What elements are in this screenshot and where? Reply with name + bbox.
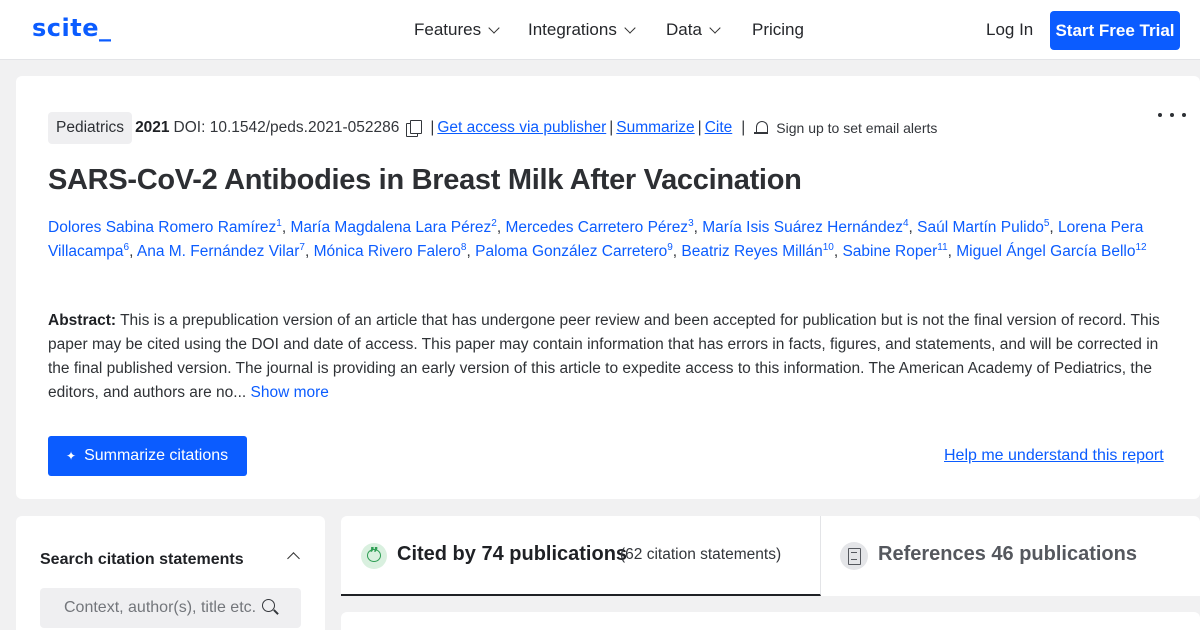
start-free-trial-button[interactable]: Start Free Trial (1050, 11, 1180, 50)
summarize-citations-label: Summarize citations (84, 447, 229, 464)
citation-quote-icon (361, 543, 387, 569)
nav-data[interactable]: Data (666, 0, 721, 60)
nav-features[interactable]: Features (414, 0, 500, 60)
search-citation-panel: Search citation statements (16, 516, 325, 630)
search-box (40, 588, 301, 628)
author-link[interactable]: Miguel Ángel García Bello12 (956, 242, 1146, 260)
chevron-down-icon (488, 21, 500, 34)
cite-link[interactable]: Cite (705, 119, 733, 137)
subject-tag[interactable]: Pediatrics (48, 112, 133, 144)
cited-by-label: Cited by 74 publications (397, 543, 628, 565)
scite-logo[interactable]: scite_ (32, 14, 112, 42)
author-list: Dolores Sabina Romero Ramírez1, María Ma… (48, 218, 1147, 260)
author-link[interactable]: Saúl Martín Pulido5 (917, 219, 1049, 237)
chevron-down-icon (709, 21, 721, 34)
nav-integrations-label: Integrations (528, 20, 617, 39)
paper-card: Pediatrics 2021 DOI: 10.1542/peds.2021-0… (16, 76, 1200, 499)
author-link[interactable]: María Magdalena Lara Pérez2 (290, 219, 496, 237)
author-link[interactable]: María Isis Suárez Hernández4 (702, 219, 908, 237)
author-link[interactable]: Mercedes Carretero Pérez3 (505, 219, 693, 237)
publication-year: 2021 (135, 119, 170, 136)
magic-wand-icon: ✦ (66, 449, 77, 463)
more-options-icon[interactable] (1158, 110, 1186, 120)
author-link[interactable]: Dolores Sabina Romero Ramírez1 (48, 219, 282, 237)
author-link[interactable]: Beatriz Reyes Millán10 (681, 242, 833, 260)
email-alerts-link[interactable]: Sign up to set email alerts (776, 120, 937, 136)
summarize-citations-button[interactable]: ✦ Summarize citations (48, 436, 247, 476)
login-link[interactable]: Log In (986, 0, 1033, 60)
search-icon[interactable] (262, 599, 280, 617)
references-label: References 46 publications (878, 543, 1137, 565)
abstract-label: Abstract: (48, 312, 117, 329)
nav-pricing[interactable]: Pricing (752, 0, 804, 60)
document-icon (840, 542, 868, 570)
author-link[interactable]: Mónica Rivero Falero8 (314, 242, 467, 260)
author-link[interactable]: Ana M. Fernández Vilar7 (137, 242, 305, 260)
author-link[interactable]: Paloma González Carretero9 (475, 242, 673, 260)
nav-data-label: Data (666, 20, 702, 39)
separator: | (609, 119, 614, 136)
nav-features-label: Features (414, 20, 482, 39)
citation-list-container (341, 612, 1200, 630)
citation-search-input[interactable] (40, 588, 260, 628)
separator: | (430, 119, 435, 136)
bell-icon[interactable] (754, 120, 769, 136)
nav-pricing-label: Pricing (752, 20, 804, 39)
separator: | (741, 119, 746, 136)
search-panel-title: Search citation statements (40, 551, 244, 568)
tab-cited-by[interactable]: Cited by 74 publications (62 citation st… (341, 516, 821, 596)
separator: | (697, 119, 702, 136)
show-more-link[interactable]: Show more (251, 384, 329, 401)
chevron-up-icon[interactable] (287, 552, 300, 565)
abstract-text: This is a prepublication version of an a… (48, 312, 1160, 401)
chevron-down-icon (624, 21, 636, 34)
doi-text: DOI: 10.1542/peds.2021-052286 (173, 119, 400, 136)
top-navbar: scite_ Features Integrations Data Pricin… (0, 0, 1200, 60)
citation-statements-count: (62 citation statements) (620, 546, 782, 563)
help-understand-report-link[interactable]: Help me understand this report (944, 447, 1164, 465)
citation-tabs: Cited by 74 publications (62 citation st… (341, 516, 1200, 596)
publisher-access-link[interactable]: Get access via publisher (437, 119, 606, 137)
author-link[interactable]: Sabine Roper11 (842, 242, 947, 260)
copy-icon[interactable] (406, 120, 423, 137)
abstract: Abstract: This is a prepublication versi… (48, 309, 1173, 405)
paper-meta-row: Pediatrics 2021 DOI: 10.1542/peds.2021-0… (48, 112, 937, 144)
summarize-link[interactable]: Summarize (616, 119, 694, 137)
nav-integrations[interactable]: Integrations (528, 0, 636, 60)
tab-references[interactable]: References 46 publications (822, 516, 1200, 596)
paper-title: SARS-CoV-2 Antibodies in Breast Milk Aft… (48, 164, 802, 196)
